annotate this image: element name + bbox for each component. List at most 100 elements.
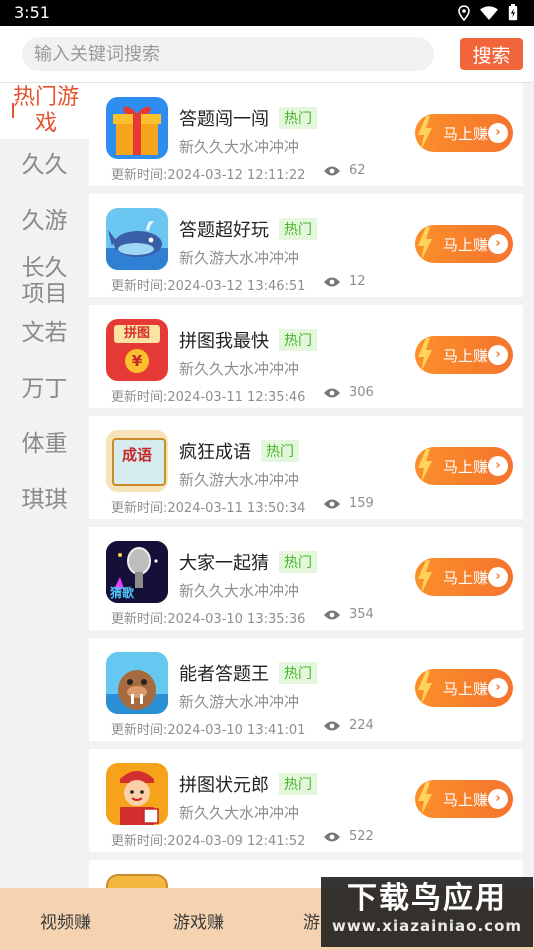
earn-now-button[interactable]: 马上赚 › — [415, 447, 513, 485]
chevron-right-icon: › — [488, 678, 508, 698]
watermark-title: 下载鸟应用 — [347, 881, 507, 916]
view-count-value: 354 — [349, 607, 374, 622]
game-title: 疯狂成语 热门 — [179, 438, 299, 464]
earn-now-button[interactable]: 马上赚 › — [415, 225, 513, 263]
game-title: 答题闯一闯 热门 — [179, 105, 317, 131]
game-title: 答题超好玩 热门 — [179, 216, 317, 242]
scholar-boy-icon — [106, 763, 168, 825]
icon-label: 拼图 — [114, 325, 160, 343]
hot-badge: 热门 — [279, 218, 317, 240]
update-time: 更新时间:2024-03-12 13:46:51 — [111, 279, 306, 294]
game-list: 答题闯一闯 热门 新久久大水冲冲冲 更新时间:2024-03-12 12:11:2… — [89, 83, 534, 888]
wifi-icon — [480, 5, 498, 20]
site-watermark: 下载鸟应用 www.xiazainiao.com — [321, 877, 533, 947]
earn-now-button[interactable]: 马上赚 › — [415, 114, 513, 152]
watermark-url: www.xiazainiao.com — [331, 917, 523, 935]
hot-badge: 热门 — [279, 662, 317, 684]
hot-badge: 热门 — [279, 773, 317, 795]
eye-icon — [324, 166, 340, 175]
game-title: 能者答题王 热门 — [179, 660, 317, 686]
icon-label: 成语 — [121, 446, 152, 464]
sidebar-item-qiqi[interactable]: 琪琪 — [0, 487, 89, 513]
earn-now-label: 马上赚 — [443, 347, 489, 365]
status-icons — [458, 4, 518, 21]
chevron-right-icon: › — [488, 789, 508, 809]
search-input[interactable] — [22, 37, 434, 71]
view-count: 224 — [323, 718, 374, 733]
update-time: 更新时间:2024-03-10 13:41:01 — [111, 723, 306, 738]
view-count: 12 — [323, 274, 366, 289]
hot-badge: 热门 — [279, 107, 317, 129]
game-card[interactable]: 答题闯一闯 热门 新久久大水冲冲冲 更新时间:2024-03-12 12:11:2… — [89, 83, 523, 186]
nav-game-more[interactable]: 游 — [303, 908, 320, 933]
earn-now-button[interactable]: 马上赚 › — [415, 558, 513, 596]
game-subtitle: 新久游大水冲冲冲 — [179, 249, 300, 267]
lightning-icon — [418, 338, 432, 372]
earn-now-label: 马上赚 — [443, 125, 489, 143]
earn-now-label: 马上赚 — [443, 680, 489, 698]
status-time: 3:51 — [14, 3, 50, 22]
hot-badge: 热门 — [279, 329, 317, 351]
category-sidebar: 热门游戏 久久 久游 长久 项目 文若 万丁 体重 琪琪 — [0, 83, 89, 528]
coin-icon: ¥ — [125, 349, 149, 373]
game-card[interactable]: 拼图 ¥ 拼图我最快 热门 新久久大水冲冲冲 更新时间:2024-03-11 12… — [89, 305, 523, 408]
view-count: 62 — [323, 163, 366, 178]
earn-now-label: 马上赚 — [443, 458, 489, 476]
sidebar-item-label: 热门游戏 — [12, 85, 79, 136]
sidebar-item-jiujiu[interactable]: 久久 — [0, 152, 89, 178]
chevron-right-icon: › — [488, 456, 508, 476]
lightning-icon — [418, 671, 432, 705]
lightning-icon — [418, 449, 432, 483]
earn-now-button[interactable]: 马上赚 › — [415, 669, 513, 707]
view-count-value: 306 — [349, 385, 374, 400]
earn-now-label: 马上赚 — [443, 791, 489, 809]
search-bar: 搜索 — [0, 26, 534, 83]
game-card[interactable]: 拼图状元郎 热门 新久久大水冲冲冲 更新时间:2024-03-09 12:41:5… — [89, 749, 523, 852]
view-count-value: 62 — [349, 163, 366, 178]
nav-game-earn[interactable]: 游戏赚 — [173, 908, 224, 933]
earn-now-label: 马上赚 — [443, 236, 489, 254]
microphone-icon: 猜歌 — [106, 541, 168, 603]
eye-icon — [324, 499, 340, 508]
walrus-icon — [106, 652, 168, 714]
view-count: 354 — [323, 607, 374, 622]
game-title: 拼图状元郎 热门 — [179, 771, 317, 797]
update-time: 更新时间:2024-03-09 12:41:52 — [111, 834, 306, 849]
chevron-right-icon: › — [488, 345, 508, 365]
game-card[interactable]: 答题超好玩 热门 新久游大水冲冲冲 更新时间:2024-03-12 13:46:5… — [89, 194, 523, 297]
sidebar-item-long-term[interactable]: 长久 项目 — [0, 255, 89, 307]
game-subtitle: 新久久大水冲冲冲 — [179, 138, 300, 156]
game-card[interactable]: 能者答题王 热门 新久游大水冲冲冲 更新时间:2024-03-10 13:41:0… — [89, 638, 523, 741]
puzzle-envelope-icon: 拼图 ¥ — [106, 319, 168, 381]
whale-icon — [106, 208, 168, 270]
view-count-value: 12 — [349, 274, 366, 289]
eye-icon — [324, 610, 340, 619]
lightning-icon — [418, 227, 432, 261]
game-subtitle: 新久游大水冲冲冲 — [179, 693, 300, 711]
lightning-icon — [418, 560, 432, 594]
sidebar-item-hot-games[interactable]: 热门游戏 — [0, 83, 89, 139]
view-count: 159 — [323, 496, 374, 511]
chevron-right-icon: › — [488, 123, 508, 143]
eye-icon — [324, 832, 340, 841]
view-count-value: 159 — [349, 496, 374, 511]
sidebar-item-wanding[interactable]: 万丁 — [0, 376, 89, 402]
sidebar-item-wenruo[interactable]: 文若 — [0, 320, 89, 346]
nav-video-earn[interactable]: 视频赚 — [40, 908, 91, 933]
search-button[interactable]: 搜索 — [460, 38, 523, 70]
sidebar-item-jiuyou[interactable]: 久游 — [0, 208, 89, 234]
update-time: 更新时间:2024-03-12 12:11:22 — [111, 168, 306, 183]
game-title: 拼图我最快 热门 — [179, 327, 317, 353]
view-count: 522 — [323, 829, 374, 844]
earn-now-label: 马上赚 — [443, 569, 489, 587]
game-card[interactable]: 成语 疯狂成语 热门 新久游大水冲冲冲 更新时间:2024-03-11 13:50… — [89, 416, 523, 519]
earn-now-button[interactable]: 马上赚 › — [415, 780, 513, 818]
status-bar: 3:51 — [0, 0, 534, 26]
game-card[interactable]: 猜歌 大家一起猜 热门 新久久大水冲冲冲 更新时间:2024-03-10 13:3… — [89, 527, 523, 630]
game-subtitle: 新久久大水冲冲冲 — [179, 582, 300, 600]
game-subtitle: 新久久大水冲冲冲 — [179, 804, 300, 822]
sidebar-item-tizhong[interactable]: 体重 — [0, 431, 89, 457]
earn-now-button[interactable]: 马上赚 › — [415, 336, 513, 374]
view-count-value: 522 — [349, 829, 374, 844]
eye-icon — [324, 277, 340, 286]
